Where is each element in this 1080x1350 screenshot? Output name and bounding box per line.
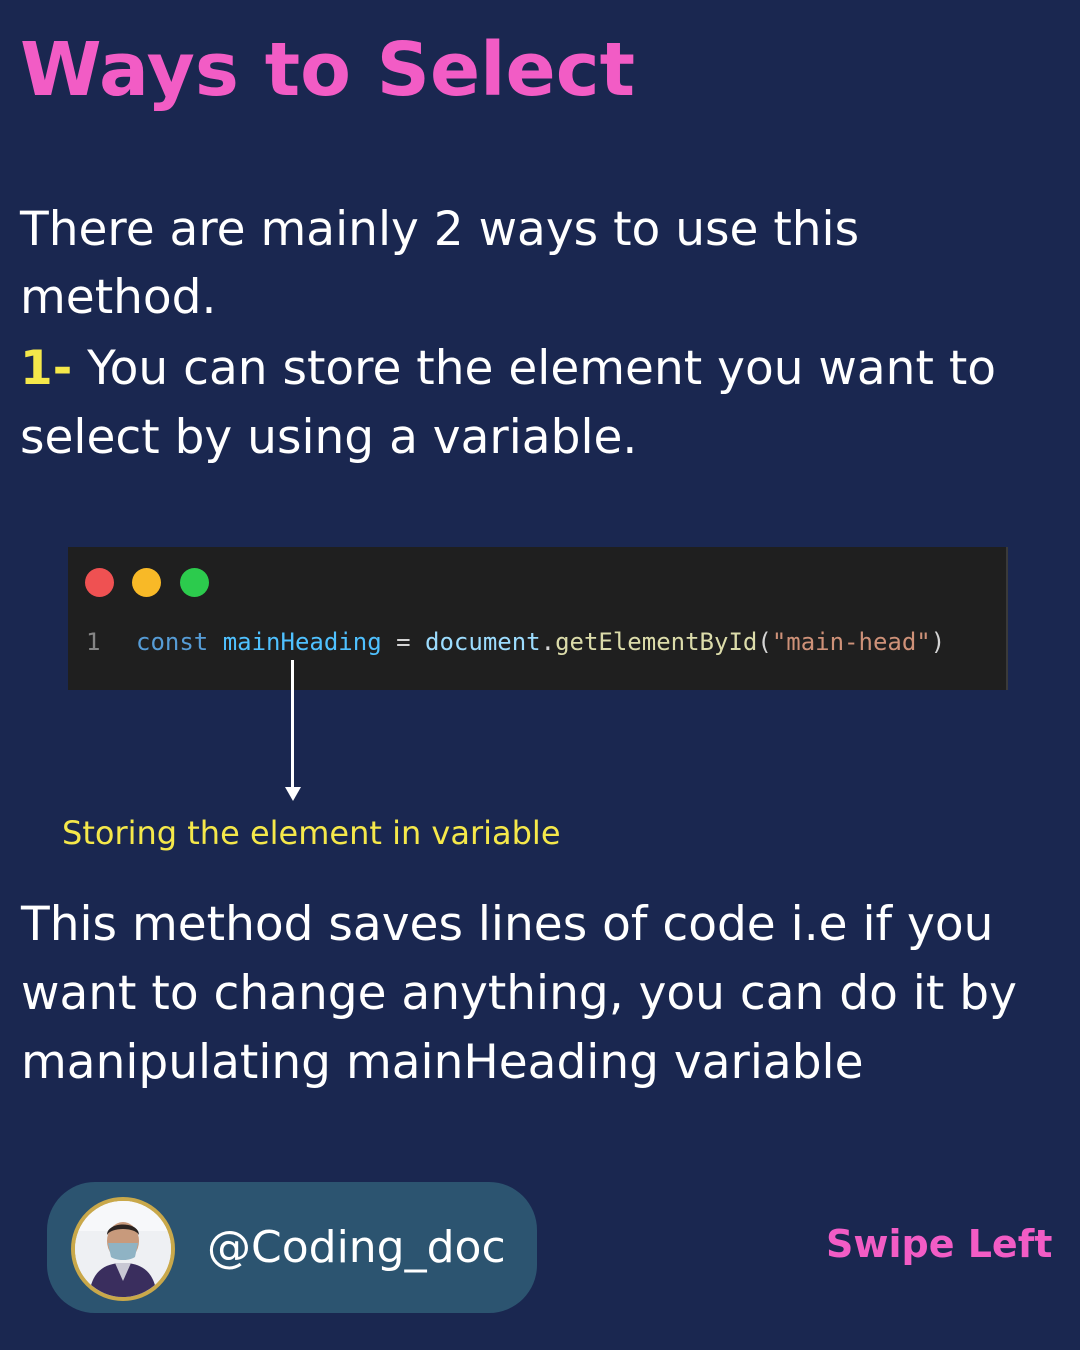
- avatar: [71, 1197, 175, 1301]
- code-window: 1 const mainHeading = document.getElement…: [68, 547, 1008, 690]
- step-text: You can store the element you want to se…: [20, 341, 997, 465]
- profile-badge[interactable]: @Coding_doc: [47, 1182, 537, 1313]
- explanation-text: This method saves lines of code i.e if y…: [21, 897, 1017, 1090]
- code-variable: mainHeading: [222, 628, 382, 656]
- code-keyword: const: [136, 628, 209, 656]
- arrow-down-icon: [285, 787, 301, 801]
- profile-handle: @Coding_doc: [207, 1222, 506, 1273]
- code-object: document: [425, 628, 541, 656]
- code-operator: =: [396, 628, 411, 656]
- window-minimize-dot-icon: [132, 568, 161, 597]
- swipe-left-label: Swipe Left: [826, 1222, 1053, 1266]
- person-avatar-icon: [75, 1201, 171, 1297]
- code-dot: .: [540, 628, 556, 656]
- step-one: 1- You can store the element you want to…: [20, 334, 1060, 472]
- page-title: Ways to Select: [20, 27, 635, 113]
- window-close-dot-icon: [85, 568, 114, 597]
- code-open-paren: (: [757, 628, 772, 656]
- pointer-arrow-line: [291, 660, 294, 790]
- arrow-caption: Storing the element in variable: [62, 814, 561, 852]
- intro-text: There are mainly 2 ways to use this meth…: [20, 202, 860, 325]
- line-number: 1: [86, 628, 101, 656]
- code-argument: "main-head": [771, 628, 931, 656]
- step-number: 1-: [20, 341, 73, 396]
- code-close-paren: ): [930, 628, 946, 656]
- code-line: 1 const mainHeading = document.getElement…: [86, 625, 945, 659]
- code-method: getElementById: [555, 628, 758, 656]
- window-maximize-dot-icon: [180, 568, 209, 597]
